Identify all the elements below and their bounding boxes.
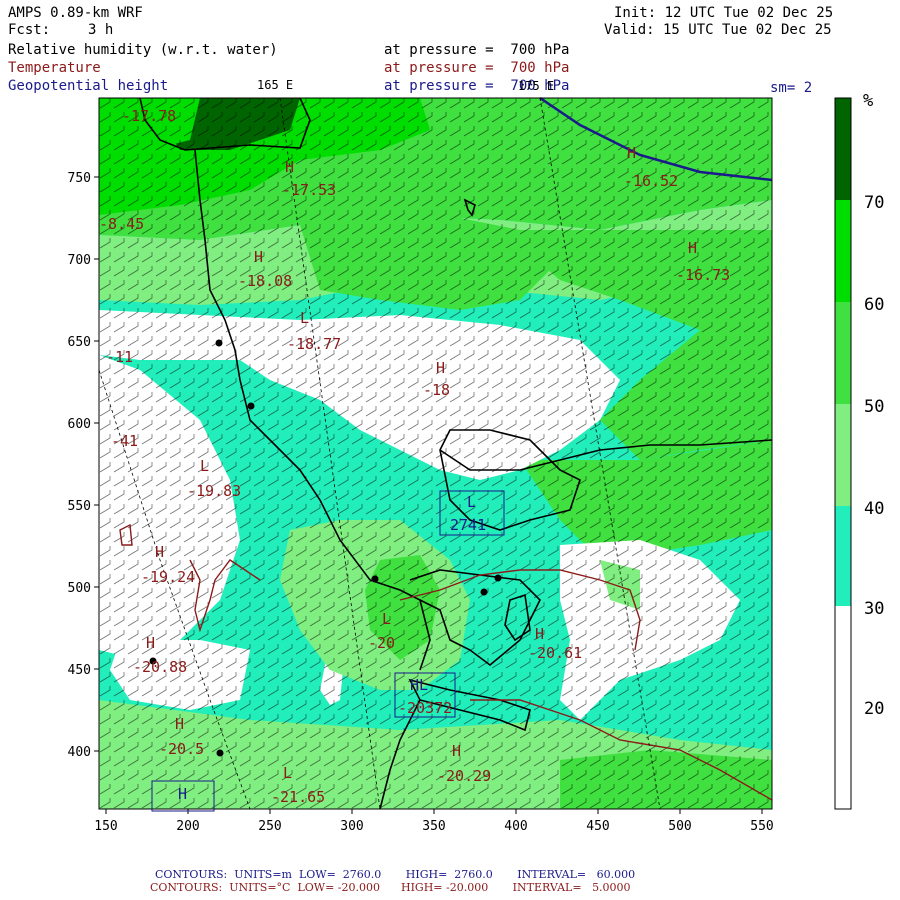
map-label-value: -19.24 xyxy=(141,568,195,586)
map-label-value: -8.45 xyxy=(99,215,144,233)
station-dot xyxy=(480,588,488,596)
station-dot xyxy=(215,339,223,347)
map-label-h: H xyxy=(146,634,155,652)
map-label-h: H xyxy=(254,248,263,266)
colorbar-label: 40 xyxy=(864,499,884,519)
map-label-value: -20.61 xyxy=(528,644,582,662)
colorbar-swatch xyxy=(835,302,851,404)
longitude-label: 165 E xyxy=(257,78,293,92)
map-plot: 150 200 250 300 350 400 450 500 550 750 … xyxy=(68,78,885,834)
map-label-value: -16.73 xyxy=(676,266,730,284)
station-dot xyxy=(371,575,379,583)
y-tick-label: 500 xyxy=(68,581,91,596)
y-tick-labels: 750 700 650 600 550 500 450 400 xyxy=(68,171,91,760)
x-tick-label: 350 xyxy=(422,819,445,834)
map-label-l: L xyxy=(300,309,309,327)
map-label-value: -20.5 xyxy=(159,740,204,758)
y-tick-label: 700 xyxy=(68,253,91,268)
colorbar-label: 60 xyxy=(864,295,884,315)
boxed-label-letter: H xyxy=(178,785,187,803)
station-dot xyxy=(494,574,502,582)
x-tick-label: 150 xyxy=(94,819,117,834)
colorbar-swatch xyxy=(835,606,851,809)
map-label-h: H xyxy=(285,158,294,176)
boxed-label-letter: HL xyxy=(410,676,428,694)
footer-temperature-contours: CONTOURS: UNITS=°C LOW= -20.000 HIGH= -2… xyxy=(150,881,631,894)
map-label-h: H xyxy=(627,144,636,162)
x-tick-labels: 150 200 250 300 350 400 450 500 550 xyxy=(94,819,773,834)
map-label-h: H xyxy=(535,625,544,643)
x-tick-label: 200 xyxy=(176,819,199,834)
map-label-h: H xyxy=(155,543,164,561)
x-tick-label: 300 xyxy=(340,819,363,834)
colorbar: % 70 60 50 40 30 20 xyxy=(834,91,884,810)
map-label-value: -11 xyxy=(106,348,133,366)
x-tick-label: 250 xyxy=(258,819,281,834)
x-tick-label: 550 xyxy=(750,819,773,834)
longitude-label: 175 E xyxy=(518,79,554,93)
map-label-value: -17.53 xyxy=(282,181,336,199)
colorbar-swatch xyxy=(835,404,851,506)
colorbar-swatch xyxy=(835,506,851,606)
map-label-value: -19.83 xyxy=(187,482,241,500)
colorbar-unit: % xyxy=(863,91,873,111)
y-tick-label: 750 xyxy=(68,171,91,186)
map-label-h: H xyxy=(452,742,461,760)
map-label-h: H xyxy=(688,239,697,257)
longitude-labels: 165 E 175 E xyxy=(257,78,554,93)
map-label-value: -21.65 xyxy=(271,788,325,806)
y-tick-label: 550 xyxy=(68,499,91,514)
boxed-label-value: -20372 xyxy=(398,699,452,717)
colorbar-swatch xyxy=(835,200,851,302)
y-tick-label: 450 xyxy=(68,663,91,678)
footer-geopotential-contours: CONTOURS: UNITS=m LOW= 2760.0 HIGH= 2760… xyxy=(155,868,636,881)
y-tick-label: 400 xyxy=(68,745,91,760)
colorbar-label: 50 xyxy=(864,397,884,417)
boxed-label-value: 2741 xyxy=(450,516,486,534)
map-label-value: -20 xyxy=(368,634,395,652)
colorbar-swatch xyxy=(835,98,851,200)
colorbar-label: 20 xyxy=(864,699,884,719)
y-tick-label: 650 xyxy=(68,335,91,350)
map-label-value: -20.88 xyxy=(133,658,187,676)
map-label-l: L xyxy=(382,610,391,628)
map-label-l: L xyxy=(200,457,209,475)
map-label-value: -18.08 xyxy=(238,272,292,290)
map-label-value: -18 xyxy=(423,381,450,399)
x-tick-label: 450 xyxy=(586,819,609,834)
map-label-h: H xyxy=(175,715,184,733)
x-tick-label: 400 xyxy=(504,819,527,834)
map-label-value: -18.77 xyxy=(287,335,341,353)
station-dot xyxy=(216,749,224,757)
y-tick-label: 600 xyxy=(68,417,91,432)
map-label-l: L xyxy=(283,764,292,782)
colorbar-label: 70 xyxy=(864,193,884,213)
x-tick-label: 500 xyxy=(668,819,691,834)
map-label-value: -16.52 xyxy=(624,172,678,190)
map-label-value: -17.78 xyxy=(122,107,176,125)
boxed-label-letter: L xyxy=(467,493,476,511)
colorbar-label: 30 xyxy=(864,599,884,619)
map-label-h: H xyxy=(436,359,445,377)
map-label-value: -41 xyxy=(111,432,138,450)
map-label-value: -20.29 xyxy=(437,767,491,785)
station-dot xyxy=(247,402,255,410)
